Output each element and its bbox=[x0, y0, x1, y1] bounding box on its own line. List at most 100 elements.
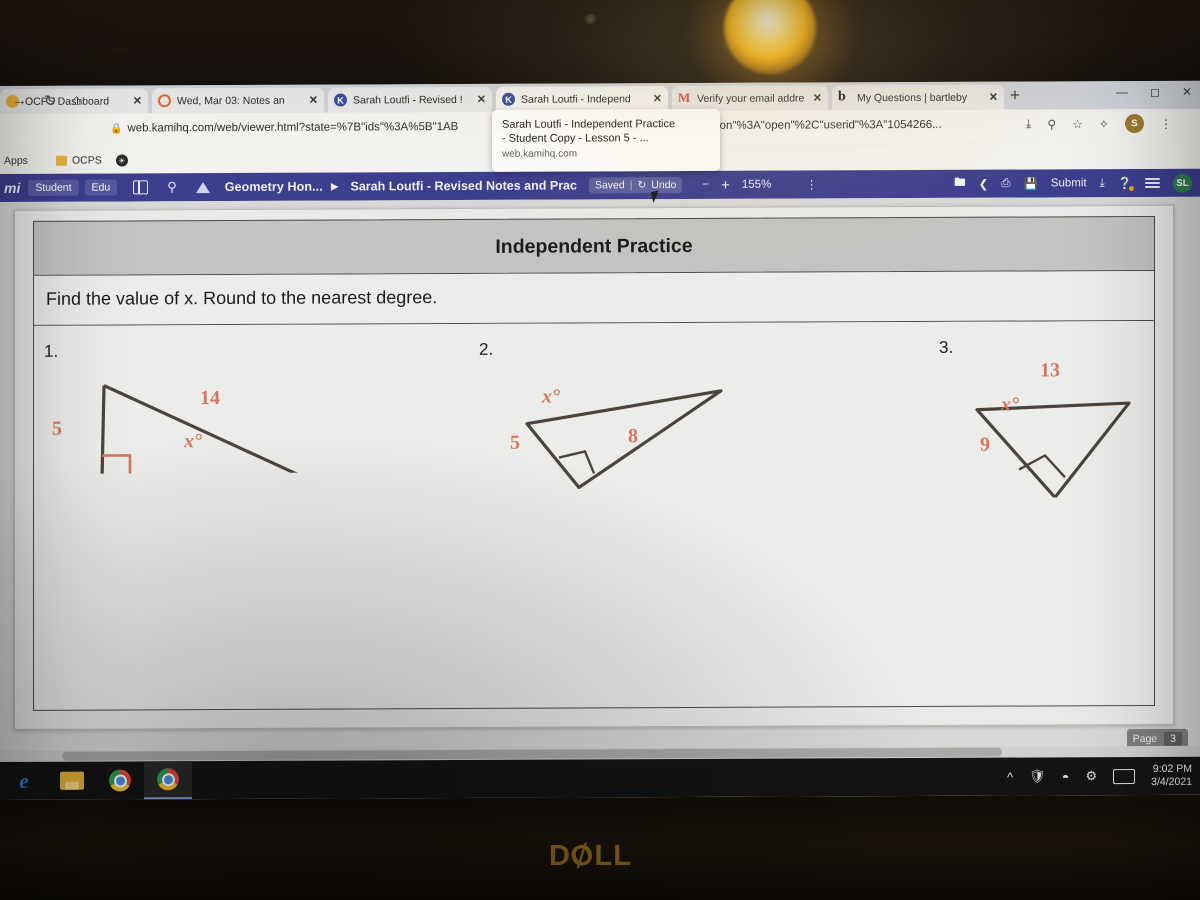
new-tab-button[interactable]: + bbox=[1010, 86, 1020, 105]
zoom-in-button[interactable]: + bbox=[721, 176, 730, 193]
chip-student: Student bbox=[28, 179, 79, 196]
problem-3-label-side-9: 9 bbox=[980, 433, 990, 456]
search-icon[interactable]: ⚲ bbox=[167, 179, 177, 195]
instruction-box: Find the value of x. Round to the neares… bbox=[33, 270, 1155, 326]
tab-title: Verify your email addre bbox=[697, 91, 805, 105]
profile-avatar[interactable]: S bbox=[1124, 114, 1144, 134]
help-icon[interactable]: ❔ bbox=[1118, 176, 1132, 190]
folder-icon bbox=[55, 155, 67, 166]
problem-1-label-leg: 5 bbox=[52, 417, 62, 440]
close-button[interactable]: ✕ bbox=[1182, 85, 1192, 99]
bookmark-globe[interactable]: ☀ bbox=[115, 154, 128, 167]
taskbar-clock[interactable]: 9:02 PM 3/4/2021 bbox=[1151, 763, 1192, 789]
restore-button[interactable]: ◻ bbox=[1150, 85, 1160, 99]
page-number[interactable]: 3 bbox=[1164, 731, 1182, 746]
omnibox-actions: ⤓ ⚲ ☆ ✧ S ⋮ bbox=[1026, 114, 1172, 134]
clock-time: 9:02 PM bbox=[1152, 762, 1192, 775]
taskbar-chrome[interactable] bbox=[96, 761, 144, 799]
chrome-icon bbox=[109, 769, 131, 792]
bookmark-star-icon[interactable]: ☆ bbox=[1072, 117, 1083, 131]
undo-icon[interactable]: ↻ bbox=[637, 179, 646, 191]
lock-icon: 🔒 bbox=[110, 122, 123, 135]
kami-folder-name[interactable]: Geometry Hon... bbox=[225, 180, 323, 194]
download-icon[interactable]: ⤓ bbox=[1100, 177, 1105, 190]
monitor-screen: OCPS Dashboard ✕ Wed, Mar 03: Notes an ✕… bbox=[0, 80, 1200, 800]
favicon-bartleby-icon: b bbox=[838, 89, 846, 105]
chevron-right-icon[interactable]: ▶ bbox=[331, 181, 339, 192]
system-tray: ^ 🛡 ◓ ⚙ 9:02 PM 3/4/2021 bbox=[1007, 763, 1200, 790]
problems-box: 1. 14 5 x° 2. x° 5 8 3. 13 x° 9 bbox=[33, 320, 1155, 711]
favicon-gmail-icon: M bbox=[678, 89, 691, 106]
tab-title: Wed, Mar 03: Notes an bbox=[177, 94, 285, 107]
tab-close-icon[interactable]: ✕ bbox=[477, 93, 486, 106]
zoom-level-value[interactable]: 155% bbox=[742, 179, 794, 191]
kami-document-viewer[interactable]: Independent Practice Find the value of x… bbox=[0, 196, 1200, 762]
bookmark-label: Apps bbox=[4, 154, 28, 167]
undo-label[interactable]: Undo bbox=[651, 179, 676, 191]
problem-1-label-angle: x° bbox=[184, 430, 202, 453]
kami-toolbar-right: 🖿 ❮ ⎙ 💾 Submit ⤓ ❔ SL bbox=[954, 173, 1200, 193]
share-icon[interactable]: ❮ bbox=[979, 177, 989, 191]
problem-2-label-side-8: 8 bbox=[628, 425, 638, 448]
submit-button[interactable]: Submit bbox=[1051, 177, 1087, 189]
chip-edu: Edu bbox=[84, 179, 118, 196]
tab-close-icon[interactable]: ✕ bbox=[133, 94, 142, 107]
kami-logo[interactable]: mi bbox=[0, 180, 28, 196]
zoom-icon[interactable]: ⚲ bbox=[1047, 117, 1056, 131]
security-icon[interactable]: 🛡 bbox=[1029, 768, 1046, 784]
menu-dots-icon[interactable]: ⋮ bbox=[1160, 116, 1172, 130]
problem-1-label-hypotenuse: 14 bbox=[200, 387, 220, 410]
minimize-button[interactable]: — bbox=[1116, 85, 1128, 99]
favicon-kami-icon: K bbox=[502, 92, 515, 106]
saved-label: Saved bbox=[594, 179, 625, 192]
photo-of-monitor: OCPS Dashboard ✕ Wed, Mar 03: Notes an ✕… bbox=[0, 0, 1200, 900]
show-hidden-icons-icon[interactable]: ^ bbox=[1007, 769, 1013, 784]
browser-tab-4[interactable]: M Verify your email addre ✕ bbox=[672, 85, 828, 112]
install-icon[interactable]: ⤓ bbox=[1026, 117, 1031, 132]
favicon-circle-outline-icon bbox=[158, 94, 171, 108]
stepper-icon[interactable]: ⋮ bbox=[806, 177, 818, 191]
tab-close-icon[interactable]: ✕ bbox=[989, 91, 998, 104]
tab-close-icon[interactable]: ✕ bbox=[653, 92, 662, 105]
worksheet-header-box: Independent Practice bbox=[33, 215, 1155, 276]
kami-avatar[interactable]: SL bbox=[1173, 173, 1192, 193]
saved-undo-group[interactable]: Saved | ↻ Undo bbox=[588, 177, 683, 194]
page-label: Page bbox=[1132, 732, 1158, 746]
wifi-icon[interactable]: ◓ bbox=[1062, 769, 1070, 784]
taskbar-edge[interactable]: e bbox=[0, 762, 48, 800]
problem-3-number: 3. bbox=[939, 337, 954, 357]
problem-2-figure bbox=[525, 389, 723, 490]
hamburger-menu-icon[interactable] bbox=[1145, 175, 1160, 191]
split-view-icon[interactable] bbox=[133, 180, 149, 195]
bluetooth-icon[interactable]: ⚙ bbox=[1085, 768, 1097, 784]
extensions-icon[interactable]: ✧ bbox=[1099, 117, 1109, 131]
forward-arrow-icon[interactable]: → bbox=[12, 92, 27, 109]
taskbar-file-explorer[interactable] bbox=[48, 762, 96, 800]
zoom-out-button[interactable]: − bbox=[702, 179, 709, 191]
open-folder-icon[interactable]: 🖿 bbox=[954, 174, 966, 193]
print-icon[interactable]: ⎙ bbox=[1001, 177, 1010, 190]
keyboard-icon[interactable] bbox=[1113, 768, 1136, 784]
tab-close-icon[interactable]: ✕ bbox=[813, 91, 822, 104]
browser-tab-1[interactable]: Wed, Mar 03: Notes an ✕ bbox=[152, 87, 324, 114]
windows-taskbar: e ^ 🛡 ◓ ⚙ 9:02 PM 3/4/2021 bbox=[0, 756, 1200, 800]
problem-1-number: 1. bbox=[44, 341, 59, 361]
reload-icon[interactable]: ↻ bbox=[44, 92, 57, 110]
home-icon[interactable]: ⌂ bbox=[72, 92, 81, 109]
tab-title: Sarah Loutfi - Independ bbox=[521, 92, 631, 106]
kami-document-title: Sarah Loutfi - Revised Notes and Prac bbox=[350, 178, 577, 194]
save-icon[interactable]: 💾 bbox=[1023, 176, 1037, 190]
problem-1-figure bbox=[100, 384, 311, 474]
problem-3-label-side-13: 13 bbox=[1040, 359, 1060, 382]
taskbar-chrome-active[interactable] bbox=[144, 761, 192, 800]
google-drive-icon bbox=[195, 181, 210, 193]
browser-tab-2[interactable]: K Sarah Loutfi - Revised ! ✕ bbox=[328, 86, 492, 113]
tab-close-icon[interactable]: ✕ bbox=[309, 94, 318, 107]
worksheet-page: Independent Practice Find the value of x… bbox=[14, 204, 1174, 730]
bookmark-apps[interactable]: Apps bbox=[4, 155, 28, 167]
browser-tab-5[interactable]: b My Questions | bartleby ✕ bbox=[832, 84, 1004, 111]
bookmark-ocps[interactable]: OCPS bbox=[55, 155, 102, 167]
problem-2-label-side-5: 5 bbox=[510, 431, 520, 454]
dell-logo: DØLL bbox=[549, 837, 632, 875]
browser-tab-3[interactable]: K Sarah Loutfi - Independ ✕ bbox=[496, 86, 668, 112]
